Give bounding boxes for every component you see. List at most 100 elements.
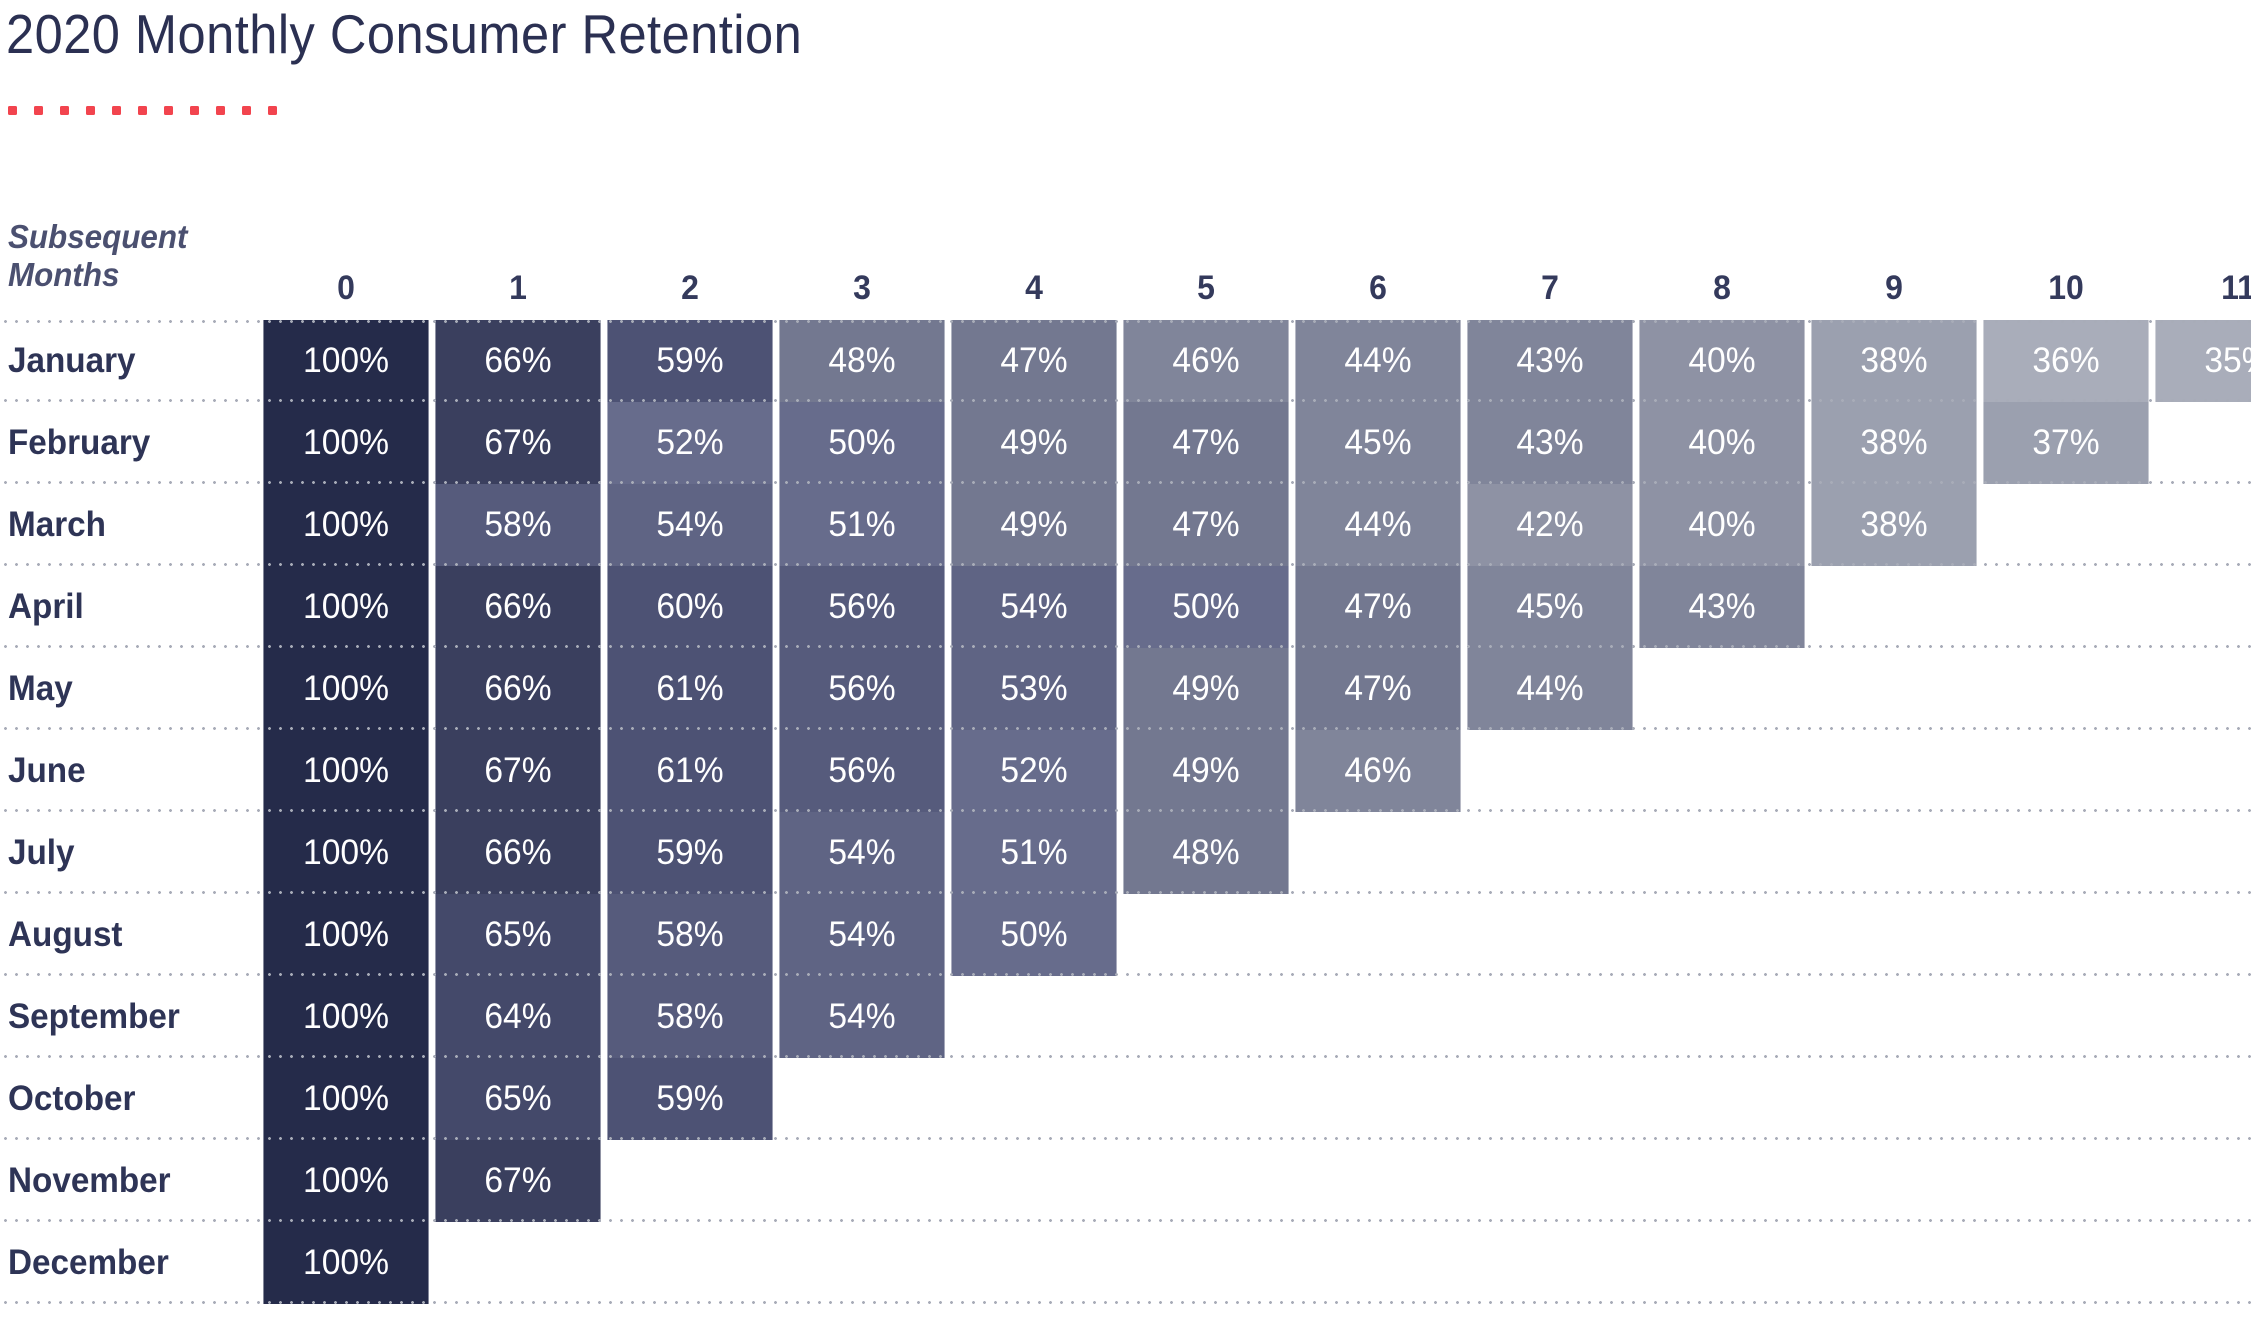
row-cells: 100% 67% 61% 56% 52% 49% 46% xyxy=(260,730,1464,812)
heatmap-cell: 46% xyxy=(1123,320,1289,402)
table-row: August 100% 65% 58% 54% 50% xyxy=(0,894,2251,976)
heatmap-rows: January 100% 66% 59% 48% 47% 46% 44% 43% 40% 38% 36… xyxy=(0,320,2251,1304)
column-header-4: 4 xyxy=(1025,269,1043,307)
heatmap-cell: 66% xyxy=(435,812,601,894)
heatmap-cell: 61% xyxy=(607,730,773,812)
column-header-7: 7 xyxy=(1541,269,1559,307)
heatmap-cell: 35% xyxy=(2155,320,2251,402)
heatmap-cell: 66% xyxy=(435,648,601,730)
heatmap-cell: 100% xyxy=(263,976,429,1058)
table-row: November 100% 67% xyxy=(0,1140,2251,1222)
row-cells: 100% 66% 61% 56% 53% 49% 47% 44% xyxy=(260,648,1636,730)
accent-dot xyxy=(216,106,225,115)
column-header-8: 8 xyxy=(1713,269,1731,307)
heatmap-cell: 38% xyxy=(1811,402,1977,484)
heatmap-cell: 60% xyxy=(607,566,773,648)
row-label-march: March xyxy=(8,505,106,544)
row-label-july: July xyxy=(8,833,75,872)
heatmap-cell: 65% xyxy=(435,1058,601,1140)
heatmap-cell: 58% xyxy=(607,894,773,976)
heatmap-cell: 100% xyxy=(263,812,429,894)
heatmap-cell: 59% xyxy=(607,320,773,402)
retention-heatmap-page: 2020 Monthly Consumer Retention Subseque… xyxy=(0,0,2251,1324)
heatmap-cell: 66% xyxy=(435,566,601,648)
heatmap-cell: 48% xyxy=(779,320,945,402)
row-cells: 100% xyxy=(260,1222,432,1304)
heatmap-cell: 44% xyxy=(1295,320,1461,402)
heatmap-cell: 59% xyxy=(607,812,773,894)
table-row: April 100% 66% 60% 56% 54% 50% 47% 45% 43% xyxy=(0,566,2251,648)
table-row: October 100% 65% 59% xyxy=(0,1058,2251,1140)
heatmap-cell: 50% xyxy=(951,894,1117,976)
table-row: September 100% 64% 58% 54% xyxy=(0,976,2251,1058)
heatmap-cell: 100% xyxy=(263,1140,429,1222)
heatmap-cell: 100% xyxy=(263,730,429,812)
heatmap-cell: 45% xyxy=(1295,402,1461,484)
heatmap-cell: 56% xyxy=(779,648,945,730)
accent-dot xyxy=(190,106,199,115)
heatmap-cell: 36% xyxy=(1983,320,2149,402)
heatmap-cell: 43% xyxy=(1467,402,1633,484)
row-cells: 100% 67% 52% 50% 49% 47% 45% 43% 40% 38% 37% xyxy=(260,402,2152,484)
heatmap-cell: 100% xyxy=(263,566,429,648)
heatmap-cell: 50% xyxy=(779,402,945,484)
heatmap-cell: 64% xyxy=(435,976,601,1058)
heatmap-cell: 66% xyxy=(435,320,601,402)
row-label-october: October xyxy=(8,1079,136,1118)
heatmap-cell: 100% xyxy=(263,484,429,566)
heatmap-cell: 47% xyxy=(1123,484,1289,566)
heatmap-cell: 100% xyxy=(263,320,429,402)
row-cells: 100% 66% 60% 56% 54% 50% 47% 45% 43% xyxy=(260,566,1808,648)
heatmap-cell: 49% xyxy=(1123,730,1289,812)
heatmap-cell: 47% xyxy=(1295,648,1461,730)
heatmap-cell: 38% xyxy=(1811,320,1977,402)
row-label-may: May xyxy=(8,669,73,708)
column-header-row: 0 1 2 3 4 5 6 7 8 9 10 11 xyxy=(260,264,2251,312)
heatmap-cell: 100% xyxy=(263,1058,429,1140)
heatmap-cell: 51% xyxy=(779,484,945,566)
heatmap-cell: 65% xyxy=(435,894,601,976)
table-row: June 100% 67% 61% 56% 52% 49% 46% xyxy=(0,730,2251,812)
heatmap-cell: 100% xyxy=(263,648,429,730)
heatmap-cell: 56% xyxy=(779,566,945,648)
heatmap-cell: 49% xyxy=(1123,648,1289,730)
heatmap-cell: 54% xyxy=(607,484,773,566)
heatmap-cell: 51% xyxy=(951,812,1117,894)
row-cells: 100% 64% 58% 54% xyxy=(260,976,948,1058)
accent-dot xyxy=(86,106,95,115)
row-label-december: December xyxy=(8,1243,169,1282)
heatmap-cell: 54% xyxy=(779,976,945,1058)
heatmap-cell: 42% xyxy=(1467,484,1633,566)
row-divider xyxy=(0,1301,2251,1304)
row-label-january: January xyxy=(8,341,136,380)
heatmap-cell: 52% xyxy=(951,730,1117,812)
heatmap-cell: 61% xyxy=(607,648,773,730)
heatmap-cell: 100% xyxy=(263,402,429,484)
heatmap-cell: 40% xyxy=(1639,484,1805,566)
heatmap-cell: 59% xyxy=(607,1058,773,1140)
heatmap-cell: 58% xyxy=(607,976,773,1058)
column-header-11: 11 xyxy=(2221,269,2251,307)
table-row: December 100% xyxy=(0,1222,2251,1304)
row-cells: 100% 58% 54% 51% 49% 47% 44% 42% 40% 38% xyxy=(260,484,1980,566)
heatmap-cell: 54% xyxy=(779,812,945,894)
heatmap-cell: 67% xyxy=(435,730,601,812)
heatmap-cell: 47% xyxy=(951,320,1117,402)
heatmap-cell: 40% xyxy=(1639,320,1805,402)
heatmap-cell: 45% xyxy=(1467,566,1633,648)
heatmap-cell: 38% xyxy=(1811,484,1977,566)
accent-dot xyxy=(268,106,277,115)
heatmap-cell: 53% xyxy=(951,648,1117,730)
column-header-1: 1 xyxy=(509,269,527,307)
row-label-june: June xyxy=(8,751,86,790)
column-header-9: 9 xyxy=(1885,269,1903,307)
column-header-3: 3 xyxy=(853,269,871,307)
table-row: February 100% 67% 52% 50% 49% 47% 45% 43% 40% 38% 3… xyxy=(0,402,2251,484)
column-header-10: 10 xyxy=(2048,269,2084,307)
row-label-november: November xyxy=(8,1161,171,1200)
row-cells: 100%66%59%48%47%46%44%43%40%38%36%35% xyxy=(260,320,2251,402)
row-label-september: September xyxy=(8,997,180,1036)
column-header-0: 0 xyxy=(337,269,355,307)
table-row: March 100% 58% 54% 51% 49% 47% 44% 42% 40% 38% xyxy=(0,484,2251,566)
heatmap-cell: 52% xyxy=(607,402,773,484)
